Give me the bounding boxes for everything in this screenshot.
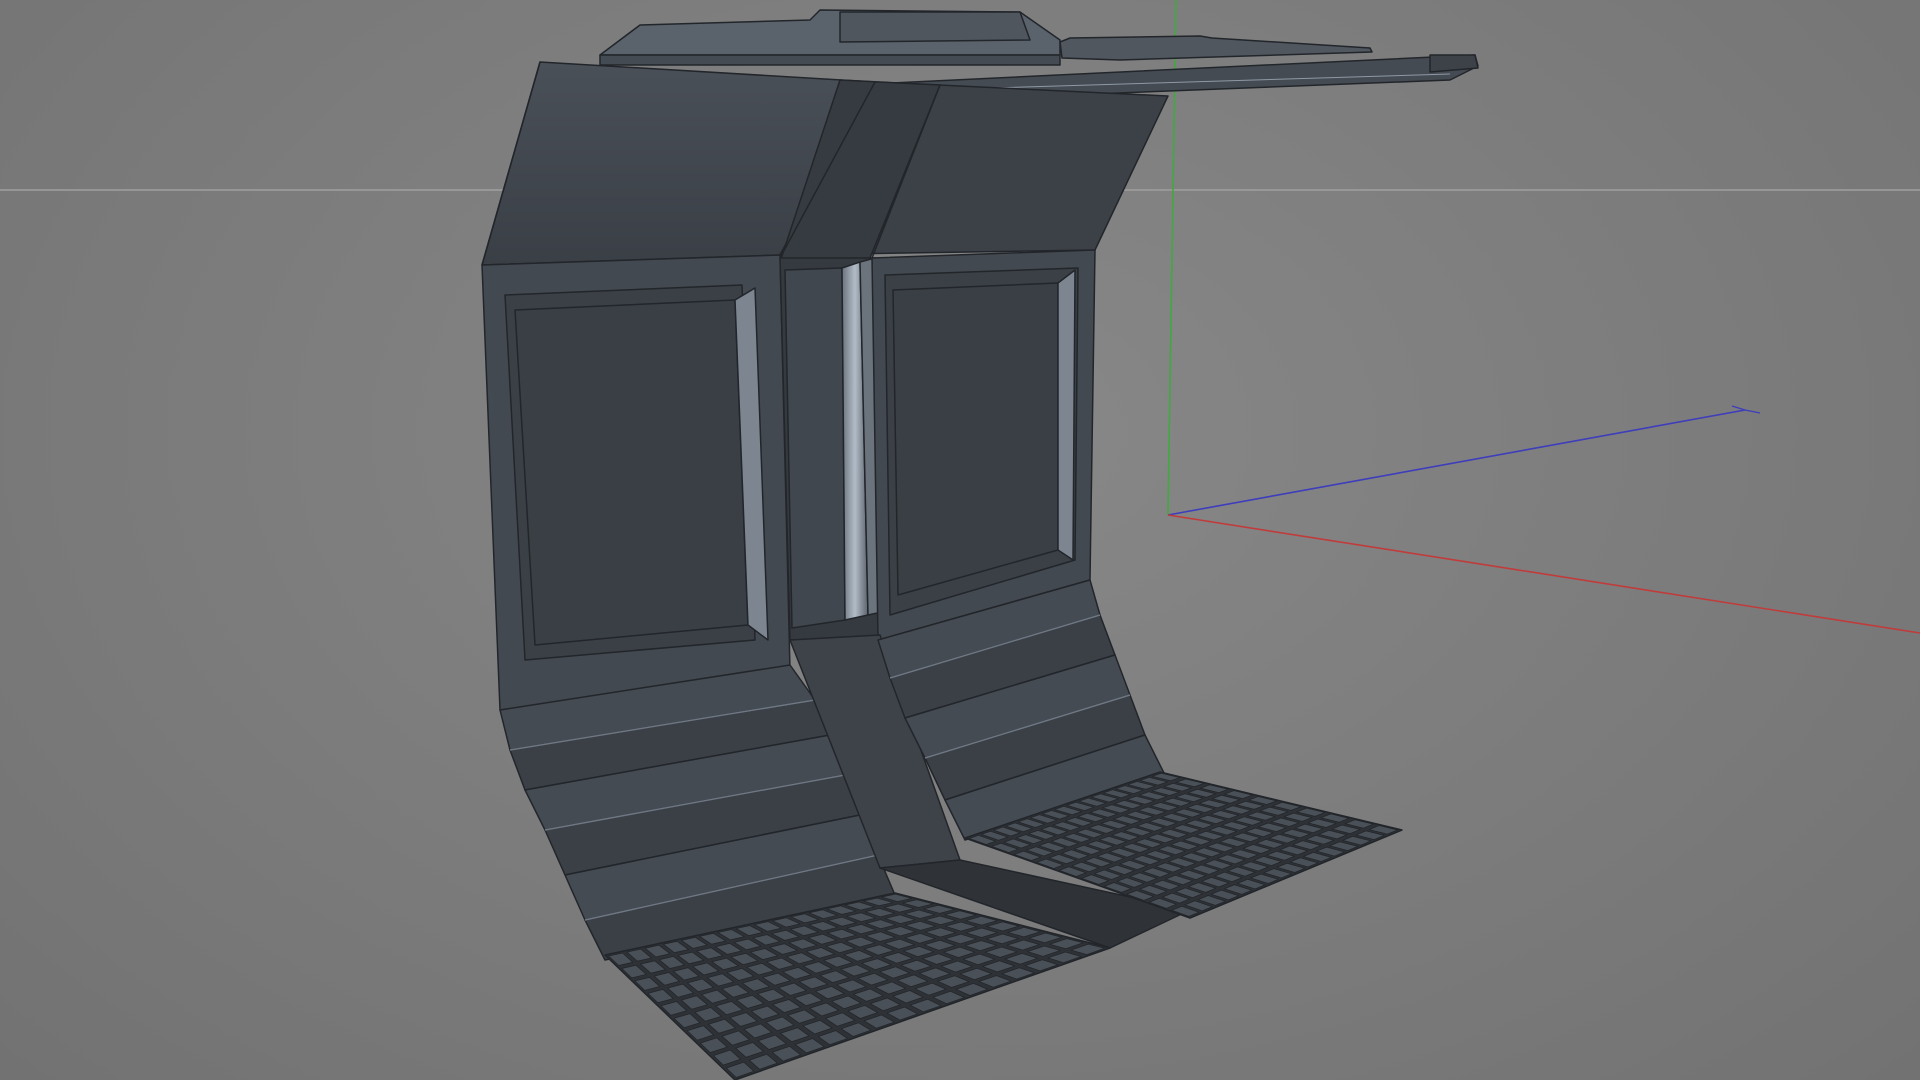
z-axis-line	[1167, 409, 1746, 516]
wall-right-highlight	[1057, 269, 1076, 561]
wall-left-inner	[514, 299, 749, 646]
3d-viewport[interactable]	[0, 0, 1920, 1080]
x-axis-line	[1167, 514, 1920, 634]
door-frame-left	[784, 267, 846, 629]
viewport-canvas[interactable]	[0, 0, 1920, 1080]
wall-right-inner	[892, 282, 1059, 596]
top-cap	[599, 9, 1061, 66]
world-axes	[1167, 0, 1920, 634]
corridor-model[interactable]	[481, 9, 1479, 1080]
